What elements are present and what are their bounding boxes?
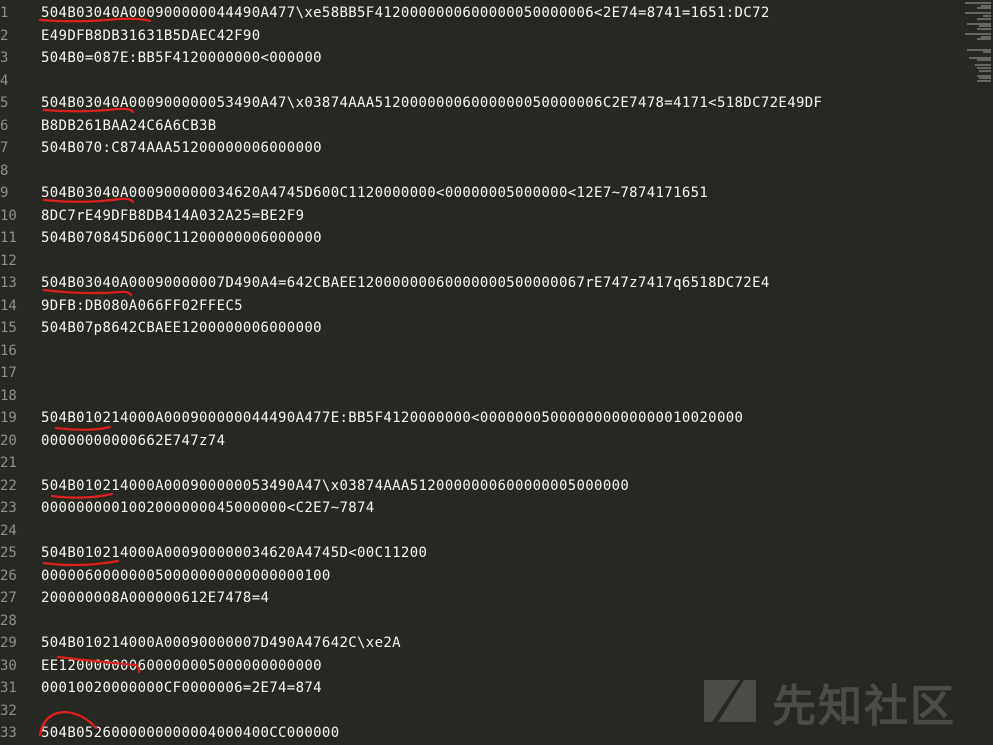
line-number: 18 <box>0 387 17 404</box>
code-line[interactable]: EE120000000600000005000000000000 <box>41 655 322 678</box>
code-line[interactable]: 504B07p8642CBAEE1200000006000000 <box>41 317 322 340</box>
code-line[interactable]: 504B010214000A000900000044490A477E:BB5F4… <box>41 407 743 430</box>
minimap-line <box>983 51 991 54</box>
line-number: 16 <box>0 342 17 359</box>
code-line[interactable]: 504B010214000A000900000053490A47\x03874A… <box>41 475 629 498</box>
line-number: 6 <box>0 117 9 134</box>
minimap[interactable] <box>963 0 993 85</box>
line-number: 23 <box>0 500 17 516</box>
code-line[interactable]: 504B0=087E:BB5F4120000000<000000 <box>41 47 322 70</box>
line-number: 13 <box>0 275 17 291</box>
line-number: 7 <box>0 140 9 156</box>
line-number: 26 <box>0 567 17 584</box>
minimap-line <box>977 38 991 41</box>
code-line[interactable]: 504B0526000000000004000400CC000000 <box>41 722 339 745</box>
minimap-line <box>977 59 991 62</box>
code-line[interactable]: 504B03040A000900000053490A47\x03874AAA51… <box>41 92 822 115</box>
line-number: 2 <box>0 27 9 44</box>
line-number: 19 <box>0 410 17 426</box>
line-number: 10 <box>0 207 17 224</box>
line-number: 33 <box>0 725 17 741</box>
code-line[interactable]: 504B010214000A00090000007D490A47642C\xe2… <box>41 632 401 655</box>
code-line[interactable]: 000006000000050000000000000000100 <box>41 565 331 588</box>
code-line[interactable]: 504B070845D600C11200000006000000 <box>41 227 322 250</box>
text-editor[interactable]: 1 2 3 4 5 6 7 8 9 10 11 12 13 14 15 16 17 18 19 20 21 22 23 24 2… <box>0 0 993 741</box>
line-number: 25 <box>0 545 17 561</box>
line-number: 20 <box>0 432 17 449</box>
xianzhi-logo-icon <box>704 680 756 722</box>
minimap-line <box>977 17 991 20</box>
line-number: 3 <box>0 50 9 66</box>
minimap-line <box>977 28 991 30</box>
line-number: 29 <box>0 635 17 651</box>
code-line[interactable]: E49DFB8DB31631B5DAEC42F90 <box>41 25 260 48</box>
code-line[interactable]: 504B03040A000900000034620A4745D600C11200… <box>41 182 708 205</box>
code-line[interactable]: 00000000000662E747z74 <box>41 430 225 453</box>
line-number: 22 <box>0 477 17 494</box>
code-line[interactable]: 504B03040A00090000007D490A4=642CBAEE1200… <box>41 272 770 295</box>
line-number: 4 <box>0 72 9 89</box>
code-line[interactable]: B8DB261BAA24C6A6CB3B <box>41 115 217 138</box>
minimap-line <box>979 69 991 72</box>
code-line[interactable]: 0000000001002000000045000000<C2E7~7874 <box>41 497 375 520</box>
code-line[interactable]: 504B070:C874AAA51200000006000000 <box>41 137 322 160</box>
code-line[interactable]: 8DC7rE49DFB8DB414A032A25=BE2F9 <box>41 205 304 228</box>
line-number: 28 <box>0 612 17 629</box>
line-number: 24 <box>0 522 17 539</box>
line-number: 30 <box>0 657 17 674</box>
line-number: 8 <box>0 162 9 179</box>
minimap-line <box>977 80 991 82</box>
line-number-gutter: 1 2 3 4 5 6 7 8 9 10 11 12 13 14 15 16 17 18 19 20 21 22 23 24 2… <box>0 0 30 741</box>
line-number: 31 <box>0 680 17 696</box>
code-line[interactable]: 00010020000000CF0000006=2E74=874 <box>41 677 322 700</box>
line-number: 9 <box>0 185 9 201</box>
watermark: 先知社区 <box>700 668 980 732</box>
line-number: 17 <box>0 365 17 381</box>
line-number: 32 <box>0 702 17 719</box>
line-number: 5 <box>0 95 9 111</box>
line-number: 27 <box>0 590 17 606</box>
line-number: 21 <box>0 455 17 471</box>
line-number: 1 <box>0 5 9 21</box>
line-number: 11 <box>0 230 17 246</box>
watermark-text: 先知社区 <box>772 681 956 732</box>
minimap-line <box>977 7 991 10</box>
line-number: 12 <box>0 252 17 269</box>
line-number: 14 <box>0 297 17 314</box>
code-line[interactable]: 9DFB:DB080A066FF02FFEC5 <box>41 295 243 318</box>
code-line[interactable]: 504B010214000A000900000034620A4745D<00C1… <box>41 542 427 565</box>
code-line[interactable]: 504B03040A000900000044490A477\xe58BB5F41… <box>41 2 770 25</box>
code-line[interactable]: 200000008A000000612E7478=4 <box>41 587 269 610</box>
line-number: 15 <box>0 320 17 336</box>
